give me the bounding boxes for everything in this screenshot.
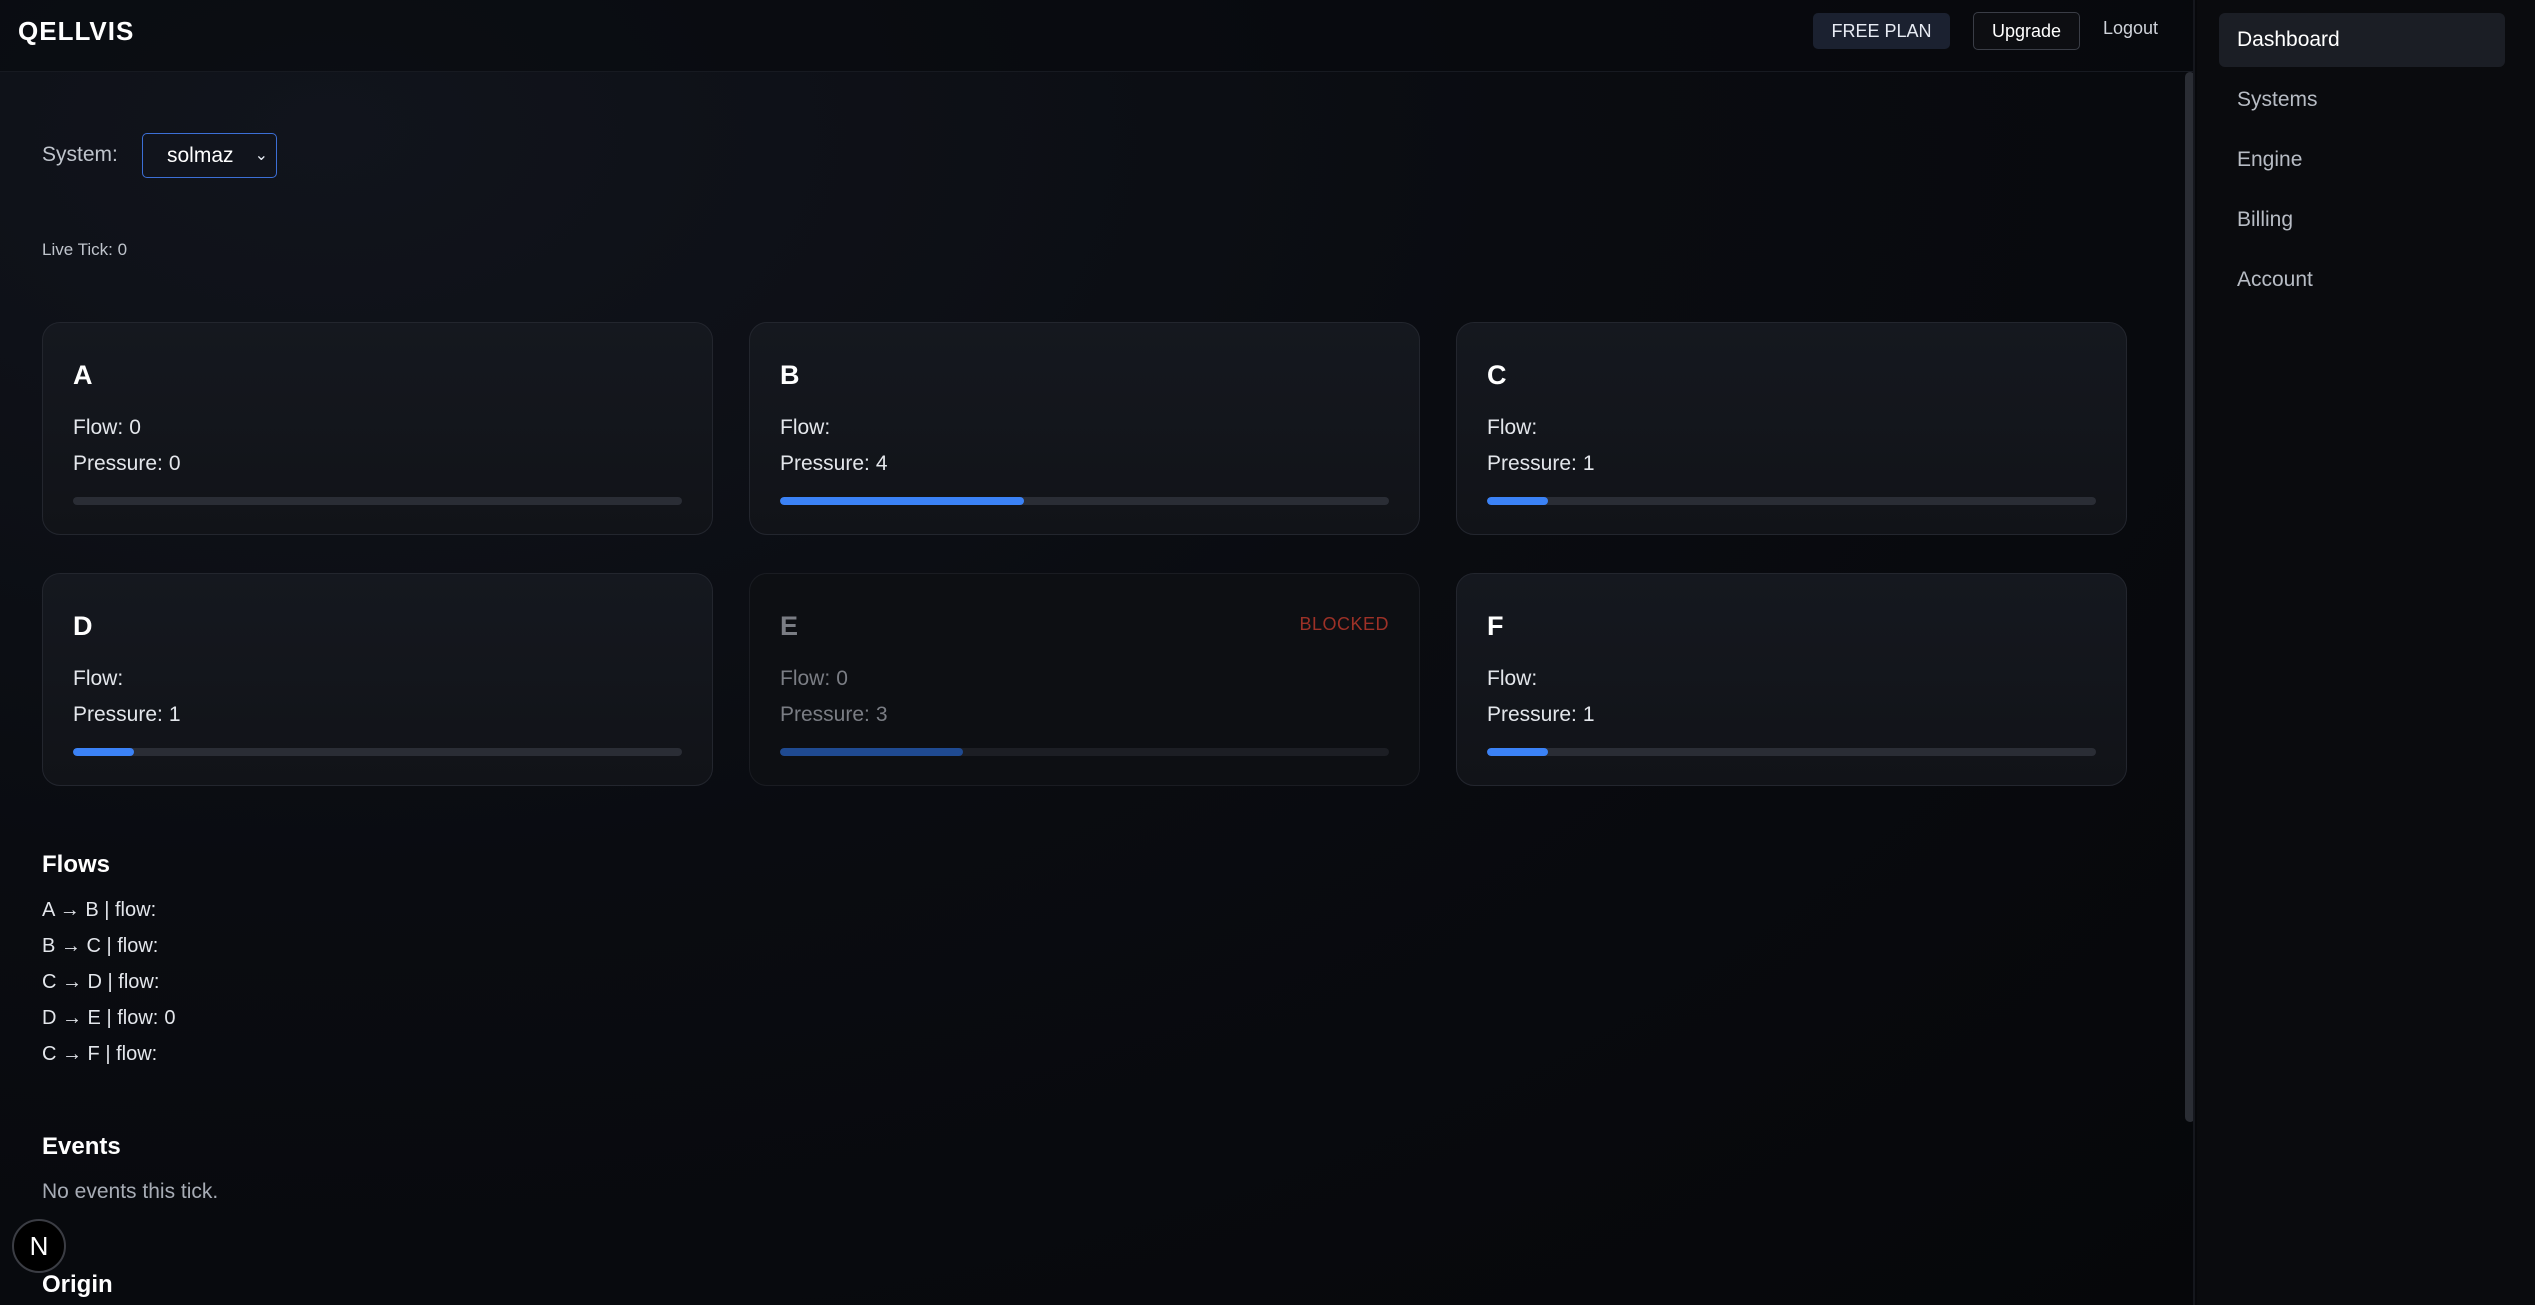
node-pressure: Pressure: 1: [1487, 703, 1595, 726]
node-pressure: Pressure: 1: [1487, 452, 1595, 475]
origin-title: Origin: [42, 1271, 113, 1298]
pressure-bar: [780, 497, 1389, 505]
pressure-bar: [73, 497, 682, 505]
main-scrollbar[interactable]: [2185, 72, 2193, 1122]
top-bar: QELLVIS FREE PLAN Upgrade Logout: [0, 0, 2193, 72]
node-name: B: [780, 360, 800, 390]
node-flow: Flow: 0: [73, 416, 141, 439]
sidebar-item-dashboard[interactable]: Dashboard: [2219, 13, 2505, 67]
node-name: F: [1487, 611, 1504, 641]
node-card-c[interactable]: C Flow: Pressure: 1: [1456, 322, 2127, 535]
pressure-bar: [73, 748, 682, 756]
node-flow: Flow:: [780, 416, 831, 439]
pressure-bar-fill: [780, 497, 1024, 505]
flow-item: D → E | flow: 0: [42, 1007, 176, 1029]
system-select-value: solmaz: [167, 144, 234, 167]
node-card-d[interactable]: D Flow: Pressure: 1: [42, 573, 713, 786]
pressure-bar-fill: [1487, 497, 1548, 505]
node-pressure: Pressure: 1: [73, 703, 181, 726]
flow-item: B → C | flow:: [42, 935, 159, 957]
flow-item: C → F | flow:: [42, 1043, 158, 1065]
node-name: A: [73, 360, 93, 390]
n-badge-icon[interactable]: N: [12, 1219, 66, 1273]
main-content: QELLVIS FREE PLAN Upgrade Logout System:…: [0, 0, 2195, 1305]
flow-item: C → D | flow:: [42, 971, 160, 993]
node-card-e[interactable]: E BLOCKED Flow: 0 Pressure: 3: [749, 573, 1420, 786]
node-card-a[interactable]: A Flow: 0 Pressure: 0: [42, 322, 713, 535]
node-flow: Flow:: [1487, 416, 1538, 439]
node-card-f[interactable]: F Flow: Pressure: 1: [1456, 573, 2127, 786]
sidebar-item-systems[interactable]: Systems: [2219, 73, 2505, 127]
node-flow: Flow: 0: [780, 667, 848, 690]
pressure-bar-fill: [1487, 748, 1548, 756]
system-select[interactable]: solmaz ⌄: [142, 133, 277, 178]
node-pressure: Pressure: 3: [780, 703, 888, 726]
node-flow: Flow:: [73, 667, 124, 690]
node-name: D: [73, 611, 93, 641]
node-pressure: Pressure: 4: [780, 452, 888, 475]
node-flow: Flow:: [1487, 667, 1538, 690]
node-pressure: Pressure: 0: [73, 452, 181, 475]
status-badge: BLOCKED: [1299, 614, 1389, 634]
pressure-bar: [1487, 748, 2096, 756]
upgrade-button[interactable]: Upgrade: [1973, 12, 2080, 50]
live-tick: Live Tick: 0: [42, 240, 128, 259]
node-name: E: [780, 611, 799, 641]
pressure-bar-fill: [73, 748, 134, 756]
pressure-bar-fill: [780, 748, 963, 756]
node-name: C: [1487, 360, 1507, 390]
events-empty-text: No events this tick.: [42, 1180, 219, 1203]
system-label: System:: [42, 143, 118, 166]
sidebar-item-engine[interactable]: Engine: [2219, 133, 2505, 187]
plan-badge: FREE PLAN: [1813, 13, 1950, 49]
chevron-down-icon: ⌄: [254, 147, 268, 164]
sidebar-item-billing[interactable]: Billing: [2219, 193, 2505, 247]
brand-logo[interactable]: QELLVIS: [18, 16, 134, 47]
flows-title: Flows: [42, 851, 111, 878]
sidebar: Dashboard Systems Engine Billing Account: [2197, 0, 2535, 1305]
pressure-bar: [1487, 497, 2096, 505]
app-root: QELLVIS FREE PLAN Upgrade Logout System:…: [0, 0, 2535, 1305]
flow-item: A → B | flow:: [42, 899, 157, 921]
pressure-bar: [780, 748, 1389, 756]
logout-link[interactable]: Logout: [2103, 18, 2158, 39]
node-card-b[interactable]: B Flow: Pressure: 4: [749, 322, 1420, 535]
sidebar-item-account[interactable]: Account: [2219, 253, 2505, 307]
events-title: Events: [42, 1133, 121, 1160]
